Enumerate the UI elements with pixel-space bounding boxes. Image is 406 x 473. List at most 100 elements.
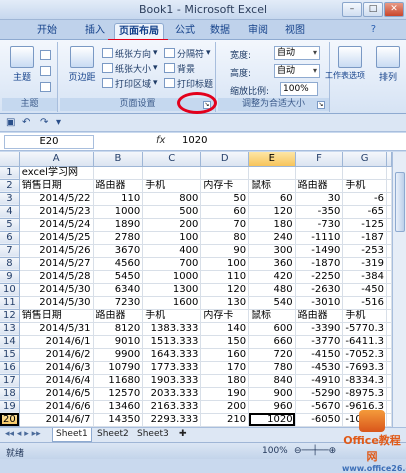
cell[interactable]	[248, 166, 296, 180]
cell[interactable]: -3770	[295, 335, 344, 349]
cell[interactable]: 8120	[93, 322, 144, 336]
cell[interactable]: 2293.333	[142, 413, 202, 427]
background-button[interactable]: 背景	[164, 61, 195, 75]
cell[interactable]: 700	[142, 257, 202, 271]
cell[interactable]: 90	[200, 244, 250, 258]
cell[interactable]: 10790	[93, 361, 144, 375]
cell[interactable]: 210	[200, 413, 250, 427]
cell[interactable]: -8334.3	[342, 374, 387, 388]
cell[interactable]: 11680	[93, 374, 144, 388]
cell[interactable]: 100	[142, 231, 202, 245]
cell[interactable]: 180	[200, 374, 250, 388]
row-header[interactable]: 8	[0, 257, 20, 271]
maximize-button[interactable]: □	[363, 2, 383, 17]
select-all-corner[interactable]	[0, 152, 20, 167]
cell[interactable]: -2250	[295, 270, 344, 284]
insert-sheet-icon[interactable]: ✚	[176, 428, 190, 442]
cell[interactable]: -6411.3	[342, 335, 387, 349]
cell[interactable]: 2014/6/1	[19, 335, 94, 349]
effects-button[interactable]	[40, 80, 51, 94]
cell[interactable]: 5450	[93, 270, 144, 284]
row-header[interactable]: 17	[0, 374, 20, 388]
cell[interactable]: 2014/6/6	[19, 400, 94, 414]
cell[interactable]: -319	[342, 257, 387, 271]
column-header-c[interactable]: C	[142, 152, 202, 167]
cell[interactable]: 900	[248, 387, 296, 401]
cell[interactable]: 200	[200, 400, 250, 414]
cell[interactable]: 2014/5/22	[19, 192, 94, 206]
row-header[interactable]: 18	[0, 387, 20, 401]
cell[interactable]: 路由器	[93, 179, 144, 193]
cell[interactable]: -1870	[295, 257, 344, 271]
cell[interactable]: 销售日期	[19, 309, 94, 323]
cell[interactable]: -6	[342, 192, 387, 206]
cell[interactable]: 1000	[142, 270, 202, 284]
cell[interactable]: -7052.3	[342, 348, 387, 362]
zoom-slider-icon[interactable]: ⊖──┼──⊕	[294, 446, 336, 456]
height-combo[interactable]: 自动	[274, 64, 320, 78]
size-button[interactable]: 纸张大小 ▾	[102, 61, 158, 75]
column-header-f[interactable]: F	[295, 152, 344, 167]
cell[interactable]: 180	[248, 218, 296, 232]
cell[interactable]: 2014/5/28	[19, 270, 94, 284]
cell[interactable]: -3390	[295, 322, 344, 336]
cell[interactable]: 190	[200, 387, 250, 401]
cell[interactable]: 130	[200, 296, 250, 310]
cell[interactable]: 60	[248, 192, 296, 206]
cell[interactable]: 960	[248, 400, 296, 414]
row-header[interactable]: 7	[0, 244, 20, 258]
scale-spinner[interactable]: 100%	[280, 82, 318, 96]
row-header[interactable]: 20	[0, 413, 20, 427]
cell[interactable]: -7693.3	[342, 361, 387, 375]
cell[interactable]: 120	[200, 283, 250, 297]
cell[interactable]: -5670	[295, 400, 344, 414]
row-header[interactable]: 2	[0, 179, 20, 193]
cell[interactable]: -516	[342, 296, 387, 310]
tab-review[interactable]: 审阅	[243, 23, 273, 40]
cell[interactable]: 720	[248, 348, 296, 362]
orientation-button[interactable]: 纸张方向 ▾	[102, 46, 158, 60]
customize-qat-icon[interactable]: ▾	[56, 117, 61, 128]
cell[interactable]: 120	[248, 205, 296, 219]
row-header[interactable]: 5	[0, 218, 20, 232]
cell[interactable]: 780	[248, 361, 296, 375]
width-combo[interactable]: 自动	[274, 46, 320, 60]
cell[interactable]: 路由器	[93, 309, 144, 323]
cell[interactable]: 1300	[142, 283, 202, 297]
cell[interactable]: -450	[342, 283, 387, 297]
sheet-tab-3[interactable]: Sheet3	[134, 428, 172, 442]
row-header[interactable]: 11	[0, 296, 20, 310]
row-header[interactable]: 9	[0, 270, 20, 284]
cell[interactable]: -2630	[295, 283, 344, 297]
cell[interactable]	[295, 166, 344, 180]
cell[interactable]: 2014/5/25	[19, 231, 94, 245]
row-header[interactable]: 15	[0, 348, 20, 362]
themes-button[interactable]: 主题	[6, 46, 38, 88]
formula-input[interactable]: 1020	[182, 135, 207, 146]
row-header[interactable]: 10	[0, 283, 20, 297]
cell[interactable]: 1020	[248, 413, 296, 427]
scale-dialog-launcher-icon[interactable]: ↘	[317, 101, 325, 109]
cell[interactable]: 200	[142, 218, 202, 232]
cell[interactable]: 1513.333	[142, 335, 202, 349]
cell[interactable]: -6050	[295, 413, 344, 427]
cell[interactable]: 4560	[93, 257, 144, 271]
cell[interactable]: 2780	[93, 231, 144, 245]
cell[interactable]: 2014/5/23	[19, 205, 94, 219]
cell[interactable]: 1890	[93, 218, 144, 232]
cell[interactable]: 手机	[342, 309, 387, 323]
cell[interactable]	[200, 166, 250, 180]
sheet-nav-icons[interactable]: ◂◂ ◂ ▸ ▸▸	[2, 428, 44, 442]
name-box[interactable]: E20	[4, 135, 94, 149]
cell[interactable]: 手机	[342, 179, 387, 193]
cell[interactable]: 1903.333	[142, 374, 202, 388]
margins-button[interactable]: 页边距	[64, 46, 100, 88]
print-area-button[interactable]: 打印区域 ▾	[102, 76, 158, 90]
cell[interactable]: 110	[93, 192, 144, 206]
row-header[interactable]: 4	[0, 205, 20, 219]
redo-icon[interactable]: ↷	[40, 117, 48, 128]
cell[interactable]: -253	[342, 244, 387, 258]
column-header-e[interactable]: E	[248, 152, 296, 167]
cell[interactable]: 600	[248, 322, 296, 336]
help-icon[interactable]: ?	[371, 24, 376, 35]
